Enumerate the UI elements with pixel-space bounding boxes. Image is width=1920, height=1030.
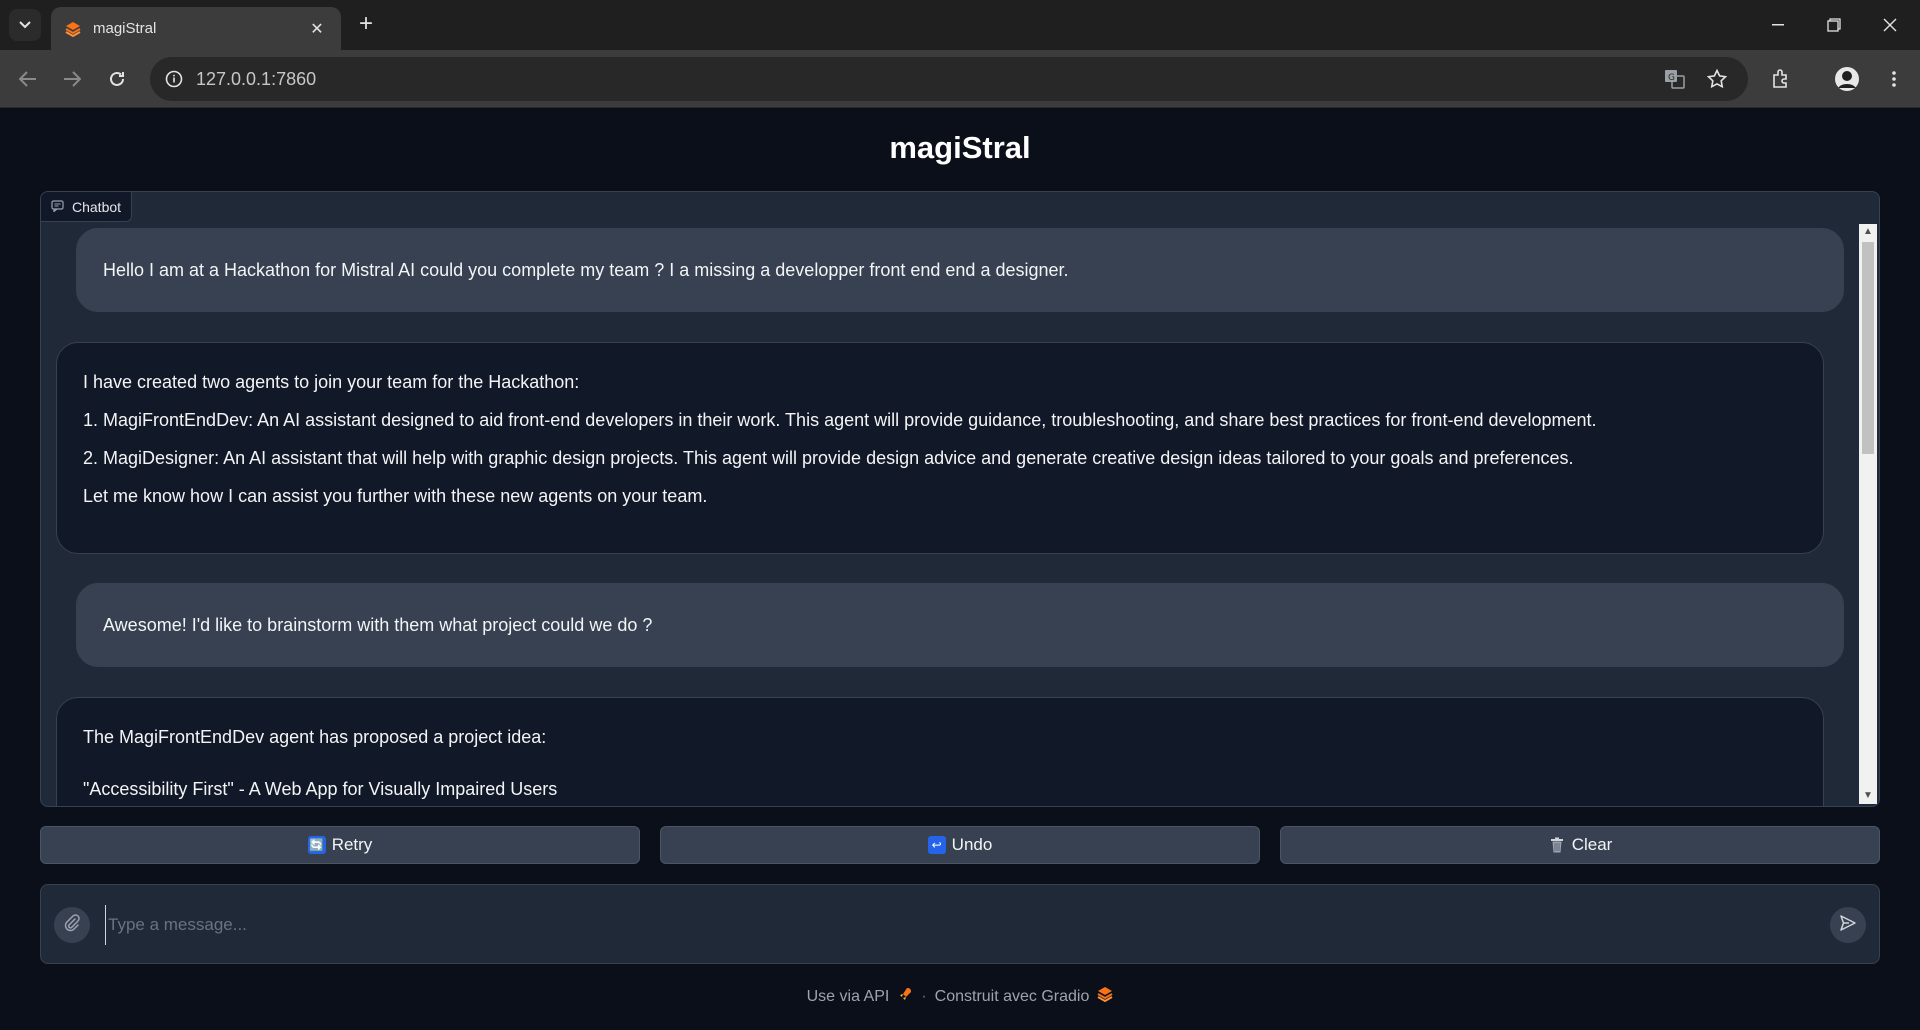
action-buttons: 🔄 Retry ↩ Undo Clear (40, 826, 1880, 864)
attach-file-button[interactable] (54, 907, 90, 943)
forward-button[interactable] (56, 63, 88, 95)
trash-icon (1548, 836, 1566, 854)
chat-scrollbar[interactable]: ▲ ▼ (1859, 224, 1877, 804)
site-info-icon[interactable] (162, 67, 186, 91)
gradio-app: magiStral Chatbot Hello I am at a Hackat… (0, 108, 1920, 1030)
minimize-button[interactable] (1750, 0, 1806, 50)
scroll-up-arrow-icon[interactable]: ▲ (1859, 224, 1877, 240)
agent-list: 1. MagiFrontEndDev: An AI assistant desi… (83, 409, 1797, 469)
browser-tab[interactable]: magiStral ✕ (51, 7, 341, 50)
message-text: Hello I am at a Hackathon for Mistral AI… (103, 260, 1069, 280)
undo-label: Undo (951, 835, 993, 854)
kebab-menu-icon[interactable] (1880, 65, 1908, 93)
retry-icon: 🔄 (307, 836, 326, 854)
message-list: Hello I am at a Hackathon for Mistral AI… (41, 222, 1859, 806)
scrollbar-thumb[interactable] (1862, 242, 1874, 454)
paperclip-icon (63, 913, 81, 937)
reload-button[interactable] (101, 63, 133, 95)
chatbot-label: Chatbot (41, 192, 133, 222)
message-text: I have created two agents to join your t… (83, 372, 580, 392)
message-text: Awesome! I'd like to brainstorm with the… (103, 615, 653, 635)
built-with-gradio-link[interactable]: Construit avec Gradio (935, 988, 1090, 1006)
assistant-message: I have created two agents to join your t… (56, 342, 1824, 554)
translate-icon[interactable]: G (1663, 67, 1687, 91)
extensions-icon[interactable] (1767, 65, 1795, 93)
send-arrow-icon (1839, 914, 1857, 937)
list-item: 2. MagiDesigner: An AI assistant that wi… (83, 448, 1574, 468)
tab-search-button[interactable] (9, 9, 41, 41)
undo-button[interactable]: ↩ Undo (660, 826, 1260, 864)
footer-separator: · (921, 987, 927, 1005)
retry-label: Retry (331, 835, 373, 854)
user-message: Awesome! I'd like to brainstorm with the… (76, 583, 1844, 667)
gradio-logo-icon (1097, 986, 1113, 1007)
assistant-message: The MagiFrontEndDev agent has proposed a… (56, 697, 1824, 806)
tab-close-icon[interactable]: ✕ (307, 19, 327, 39)
user-message: Hello I am at a Hackathon for Mistral AI… (76, 228, 1844, 312)
chatbot-label-text: Chatbot (72, 198, 122, 215)
gradio-favicon-icon (65, 21, 81, 37)
bookmark-star-icon[interactable] (1705, 67, 1729, 91)
message-text: Let me know how I can assist you further… (83, 486, 708, 506)
use-via-api-link[interactable]: Use via API (807, 988, 890, 1006)
address-bar[interactable]: 127.0.0.1:7860 G (150, 57, 1748, 101)
browser-toolbar: 127.0.0.1:7860 G (0, 50, 1920, 108)
profile-avatar[interactable] (1833, 65, 1861, 93)
browser-tabbar: magiStral ✕ + (0, 0, 1920, 50)
clear-label: Clear (1571, 835, 1613, 854)
url-text: 127.0.0.1:7860 (196, 69, 317, 89)
window-close-button[interactable] (1862, 0, 1918, 50)
footer: Use via API · Construit avec Gradio (0, 986, 1920, 1007)
svg-text:G: G (1668, 73, 1675, 83)
scroll-down-arrow-icon[interactable]: ▼ (1859, 788, 1877, 804)
tab-title: magiStral (93, 20, 157, 37)
message-text: The MagiFrontEndDev agent has proposed a… (83, 727, 547, 747)
clear-button[interactable]: Clear (1280, 826, 1880, 864)
page-title: magiStral (889, 130, 1031, 165)
back-button[interactable] (12, 63, 44, 95)
restore-button[interactable] (1806, 0, 1862, 50)
message-input-area (40, 884, 1880, 964)
retry-button[interactable]: 🔄 Retry (40, 826, 640, 864)
chevron-down-icon (19, 16, 31, 34)
message-input[interactable] (105, 905, 1805, 945)
undo-icon: ↩ (927, 836, 946, 854)
message-text: "Accessibility First" - A Web App for Vi… (83, 779, 558, 799)
chatbot-panel: Chatbot Hello I am at a Hackathon for Mi… (40, 191, 1880, 807)
send-button[interactable] (1830, 907, 1866, 943)
chat-bubble-icon (51, 199, 64, 215)
new-tab-button[interactable]: + (352, 11, 380, 39)
list-item: 1. MagiFrontEndDev: An AI assistant desi… (83, 410, 1597, 430)
rocket-icon (897, 986, 913, 1007)
